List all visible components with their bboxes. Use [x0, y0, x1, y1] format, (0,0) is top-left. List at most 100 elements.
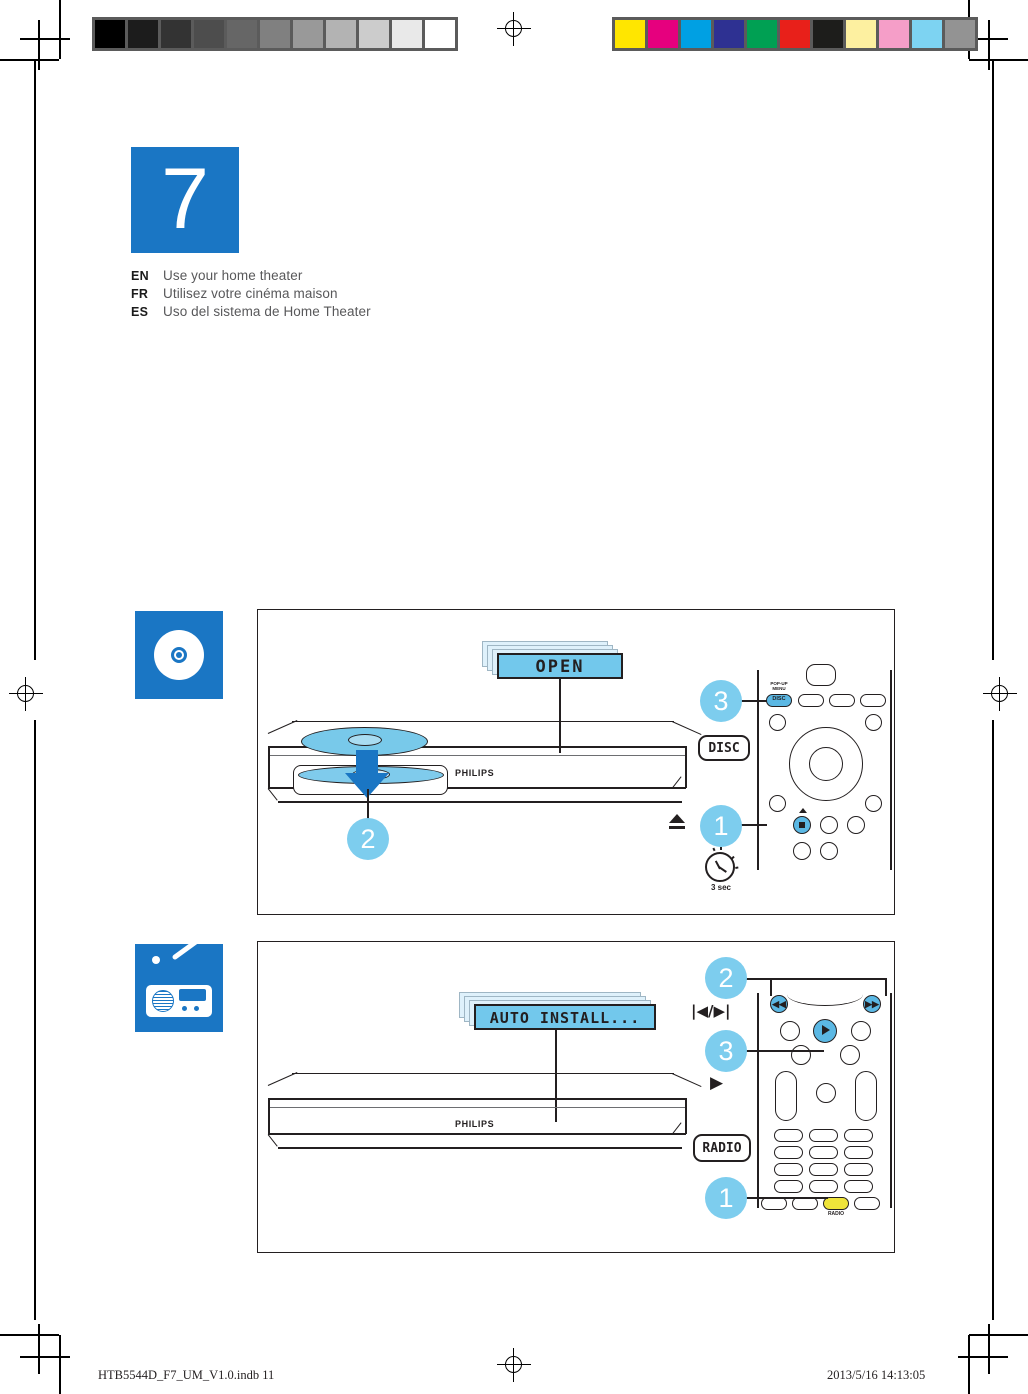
radio-speaker-grille [152, 990, 174, 1012]
remote-volume-down-bar[interactable] [855, 1071, 877, 1121]
language-text-es: Uso del sistema de Home Theater [163, 304, 371, 319]
bleed-tick-right-lower [992, 720, 994, 1320]
keypad-r2c2[interactable] [809, 1146, 838, 1159]
remote-top-curve [787, 983, 863, 1006]
remote-lower-right-button[interactable] [840, 1045, 860, 1065]
grayscale-calibration-bar [92, 17, 458, 51]
remote-right-edge [890, 993, 892, 1208]
footer-timestamp: 2013/5/16 14:13:05 [827, 1368, 926, 1382]
player-body-groove [268, 755, 686, 756]
remote-prev-button[interactable] [769, 714, 786, 731]
remote-control-disc-panel: POP-UP MENU DISC [757, 664, 897, 870]
hold-duration-label: 3 sec [710, 883, 732, 892]
remote-pause-button[interactable] [820, 816, 838, 834]
color-swatch-6 [813, 20, 843, 48]
keypad-r3c3[interactable] [844, 1163, 873, 1176]
remote-left-edge [757, 993, 759, 1208]
keypad-r3c2[interactable] [809, 1163, 838, 1176]
remote-mute-button[interactable] [816, 1083, 836, 1103]
remote-key-4[interactable] [860, 694, 886, 707]
radio-knob-2 [194, 1006, 199, 1011]
grayscale-swatch-8 [359, 20, 389, 48]
next-glyph: ▶▶ [865, 999, 879, 1009]
play-glyph-label: ▶ [710, 1073, 724, 1093]
step-bubble-2-radio: 2 [705, 957, 747, 999]
radio-antenna [171, 928, 214, 961]
remote-volume-up-bar[interactable] [775, 1071, 797, 1121]
keypad-r2c1[interactable] [774, 1146, 803, 1159]
eject-mini-glyph [799, 808, 807, 813]
remote-bottom-left-button[interactable] [793, 842, 811, 860]
remote-record-button[interactable] [847, 816, 865, 834]
remote-bottom-right-button[interactable] [820, 842, 838, 860]
chapter-number-badge: 7 [131, 147, 239, 253]
keypad-r2c3[interactable] [844, 1146, 873, 1159]
grayscale-swatch-3 [194, 20, 224, 48]
source-key-2[interactable] [792, 1197, 818, 1210]
disc-icon-hole [176, 652, 182, 658]
crop-mark-bottom-right-h [969, 1334, 1028, 1336]
crop-mark-bottom-left-v [59, 1335, 61, 1394]
panel-icon-disc [135, 611, 223, 699]
language-caption-list: EN Use your home theater FR Utilisez vot… [131, 268, 651, 322]
keypad-r4c1[interactable] [774, 1180, 803, 1193]
remote-top-button[interactable] [806, 664, 836, 686]
remote-right-button[interactable] [851, 1021, 871, 1041]
remote-control-radio-panel: ◀◀ ▶▶ RADIO [757, 993, 897, 1217]
crop-mark-top-left-inner-v [38, 20, 40, 70]
crop-mark-bottom-left-h [0, 1334, 59, 1336]
keypad-r1c3[interactable] [844, 1129, 873, 1142]
pop-up-menu-caption: POP-UP MENU [766, 681, 792, 691]
leader-line-step2-radio-left [770, 978, 772, 996]
player-base-line [278, 801, 682, 803]
color-swatch-9 [912, 20, 942, 48]
registration-mark-right [983, 677, 1017, 711]
language-row-en: EN Use your home theater [131, 268, 651, 283]
remote-lower-left-button[interactable] [791, 1045, 811, 1065]
remote-up-button[interactable] [780, 1021, 800, 1041]
keypad-r4c2[interactable] [809, 1180, 838, 1193]
player-right-side [685, 1098, 687, 1134]
registration-mark-left [9, 677, 43, 711]
crop-mark-bottom-right-v [968, 1335, 970, 1394]
radio-icon [146, 985, 212, 1017]
keypad-r1c2[interactable] [809, 1129, 838, 1142]
remote-lower-left-button[interactable] [769, 795, 786, 812]
remote-ok-button[interactable] [809, 747, 843, 781]
prev-next-glyph-label: |◀/▶| [691, 1002, 731, 1020]
leader-line-step2-radio-h [735, 978, 886, 980]
crop-mark-top-right-h [969, 59, 1028, 61]
lcd-display-autoinstall: AUTO INSTALL... [474, 1004, 656, 1030]
grayscale-swatch-5 [260, 20, 290, 48]
language-code-fr: FR [131, 287, 149, 301]
keypad-r3c1[interactable] [774, 1163, 803, 1176]
crop-mark-bottom-left-inner-h [20, 1356, 70, 1358]
remote-key-2[interactable] [798, 694, 824, 707]
play-triangle-glyph [822, 1025, 830, 1035]
grayscale-swatch-4 [227, 20, 257, 48]
leader-line-autoinstall-display [555, 1030, 557, 1122]
prev-glyph: ◀◀ [772, 999, 786, 1009]
keypad-r4c3[interactable] [844, 1180, 873, 1193]
color-swatch-0 [615, 20, 645, 48]
remote-next-button[interactable] [865, 714, 882, 731]
source-key-1[interactable] [761, 1197, 787, 1210]
crop-mark-top-left-h [0, 59, 59, 61]
leader-line-step3-radio [744, 1050, 824, 1052]
player-top-edge [292, 1073, 674, 1075]
source-key-4[interactable] [854, 1197, 880, 1210]
remote-lower-right-button[interactable] [865, 795, 882, 812]
grayscale-swatch-9 [392, 20, 422, 48]
player-body-groove [268, 1107, 686, 1108]
language-row-fr: FR Utilisez votre cinéma maison [131, 286, 651, 301]
radio-source-button[interactable] [823, 1197, 849, 1210]
remote-key-3[interactable] [829, 694, 855, 707]
grayscale-swatch-1 [128, 20, 158, 48]
grayscale-swatch-0 [95, 20, 125, 48]
keypad-r1c1[interactable] [774, 1129, 803, 1142]
language-text-fr: Utilisez votre cinéma maison [163, 286, 338, 301]
leader-line-step1-radio [744, 1197, 828, 1199]
footer-filename: HTB5544D_F7_UM_V1.0.indb 11 [98, 1368, 275, 1382]
hold-3-seconds-icon: 3 sec [699, 847, 743, 898]
radio-tuner-display [179, 989, 206, 1001]
